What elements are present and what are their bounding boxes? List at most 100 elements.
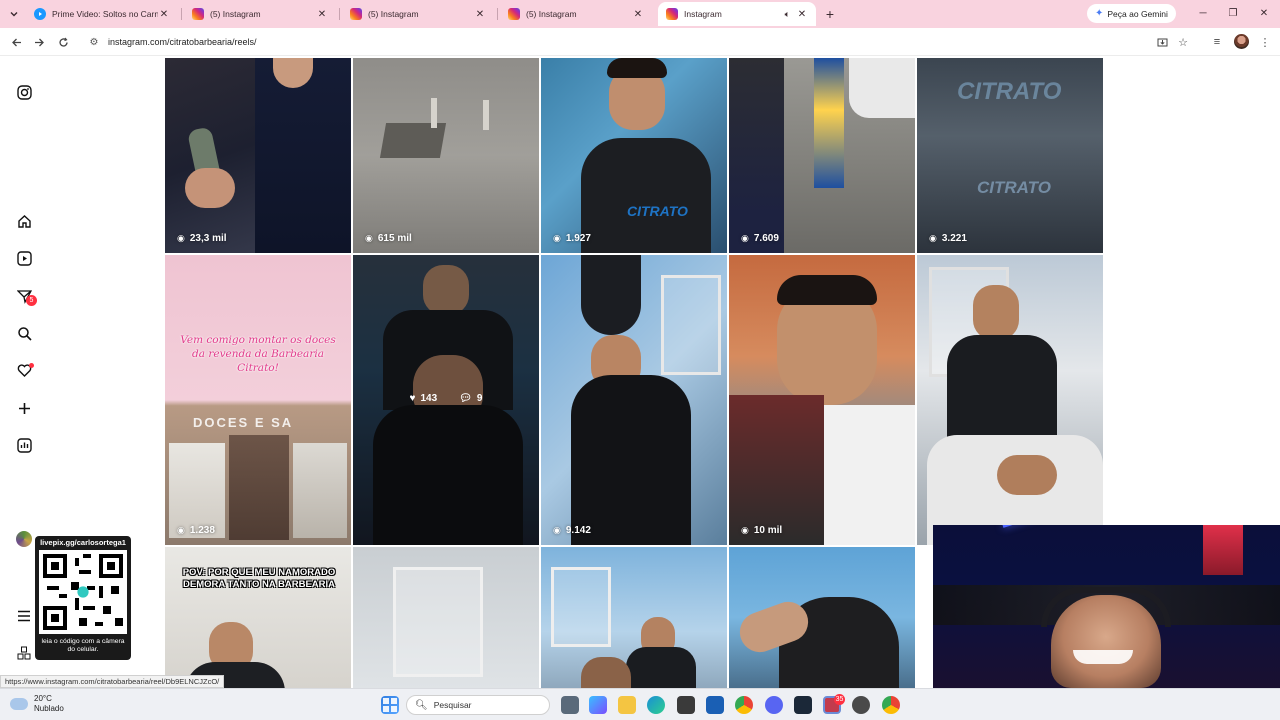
speaker-icon[interactable]: 🔈︎ <box>785 9 790 20</box>
chevron-down-icon <box>10 12 18 17</box>
reel-thumbnail[interactable] <box>729 547 915 688</box>
eye-icon: ◉ <box>741 233 749 243</box>
site-info-icon[interactable]: ⚙︎ <box>88 36 100 48</box>
insights-icon[interactable] <box>16 437 32 453</box>
minimize-icon[interactable]: ─ <box>1196 6 1210 20</box>
menu-hamburger-icon[interactable] <box>16 608 32 624</box>
tab-separator <box>497 8 498 20</box>
comments-stat: 💬︎ 9 <box>459 393 482 404</box>
instagram-icon <box>666 8 678 20</box>
bookmark-star-icon[interactable]: ☆ <box>1175 34 1191 50</box>
forward-button[interactable] <box>31 34 47 50</box>
close-tab-icon[interactable]: ✕ <box>474 8 486 20</box>
reel-thumbnail[interactable]: Vem comigo montar os doces da revenda da… <box>165 255 351 545</box>
tab-instagram-active[interactable]: Instagram 🔈︎ ✕ <box>658 2 816 26</box>
obs-icon[interactable] <box>852 696 870 714</box>
reel-thumbnail[interactable]: CITRATO ◉ 1.927 <box>541 58 727 253</box>
reel-thumbnail[interactable]: ◉ 10 mil <box>729 255 915 545</box>
taskbar-notification-badge: 35 <box>834 694 845 705</box>
more-menu-icon[interactable]: ⋮ <box>1257 34 1273 50</box>
mail-icon[interactable] <box>706 696 724 714</box>
view-count: ◉ 3.221 <box>929 233 967 244</box>
brand-watermark: CITRATO <box>957 78 1062 105</box>
file-explorer-icon[interactable] <box>618 696 636 714</box>
instagram-icon <box>508 8 520 20</box>
view-count-value: 3.221 <box>941 233 967 244</box>
back-button[interactable] <box>8 34 24 50</box>
reel-thumbnail[interactable]: POV: POR QUE MEU NAMORADO DEMORA TANTO N… <box>165 547 351 688</box>
home-icon[interactable] <box>16 213 32 229</box>
reel-caption: Vem comigo montar os doces da revenda da… <box>180 334 336 374</box>
tab-title: (5) Instagram <box>526 9 577 19</box>
tab-instagram-2[interactable]: (5) Instagram ✕ <box>342 2 494 26</box>
profile-avatar-icon[interactable] <box>16 531 32 547</box>
chrome-profile-icon[interactable] <box>882 696 900 714</box>
restore-icon[interactable]: ❐ <box>1226 6 1240 20</box>
weather-widget[interactable]: 20°C Nublado <box>10 694 64 714</box>
view-count-value: 9.142 <box>565 525 591 536</box>
qr-instructions: leia o código com a câmera do celular. <box>41 638 125 653</box>
likes-stat: ♥ 143 <box>410 393 438 404</box>
comments-count: 9 <box>476 393 483 404</box>
reel-thumbnail[interactable] <box>541 547 727 688</box>
edge-icon[interactable] <box>647 696 665 714</box>
eye-icon: ◉ <box>553 525 561 535</box>
reel-thumbnail[interactable]: ◉ 7.609 <box>729 58 915 253</box>
create-post-icon[interactable] <box>16 400 32 416</box>
close-tab-icon[interactable]: ✕ <box>316 8 328 20</box>
new-tab-button[interactable]: + <box>822 6 838 22</box>
search-placeholder: Pesquisar <box>433 700 472 710</box>
tab-instagram-3[interactable]: (5) Instagram ✕ <box>500 2 652 26</box>
store-icon[interactable] <box>677 696 695 714</box>
tab-title: (5) Instagram <box>210 9 261 19</box>
browser-toolbar: ⚙︎ instagram.com/citratobarbearia/reels/… <box>0 28 1280 56</box>
likes-count: 143 <box>420 393 438 404</box>
close-tab-icon[interactable]: ✕ <box>632 8 644 20</box>
close-window-icon[interactable]: ✕ <box>1257 6 1271 20</box>
tab-instagram-1[interactable]: (5) Instagram ✕ <box>184 2 336 26</box>
reel-thumbnail[interactable]: ◉ 615 mil <box>353 58 539 253</box>
ask-gemini-button[interactable]: ✦ Peça ao Gemini <box>1087 4 1176 23</box>
windows-start-icon[interactable] <box>381 696 399 714</box>
tab-separator <box>339 8 340 20</box>
windows-taskbar: 20°C Nublado 🔍︎ Pesquisar 35 <box>0 688 1280 720</box>
reels-icon[interactable] <box>16 250 32 266</box>
also-from-meta-icon[interactable] <box>16 645 32 661</box>
task-view-icon[interactable] <box>561 696 579 714</box>
tab-search-button[interactable] <box>4 4 24 24</box>
taskbar-search-input[interactable]: 🔍︎ Pesquisar <box>406 695 550 715</box>
close-tab-icon[interactable]: ✕ <box>796 8 808 20</box>
steam-icon[interactable] <box>794 696 812 714</box>
reel-thumbnail[interactable]: ◉ 9.142 <box>541 255 727 545</box>
engagement-stats: ♥ 143 💬︎ 9 <box>353 393 539 404</box>
copilot-icon[interactable] <box>589 696 607 714</box>
reload-icon <box>58 37 68 47</box>
reel-caption: POV: POR QUE MEU NAMORADO DEMORA TANTO N… <box>182 567 336 590</box>
instagram-logo-icon[interactable] <box>16 84 32 100</box>
prime-video-icon <box>34 8 46 20</box>
search-icon[interactable] <box>16 325 32 341</box>
view-count: ◉ 1.927 <box>553 233 591 244</box>
url-text[interactable]: instagram.com/citratobarbearia/reels/ <box>108 37 1200 47</box>
reel-thumbnail[interactable] <box>353 547 539 688</box>
media-controls-icon[interactable]: ≡ <box>1209 34 1225 50</box>
chrome-icon[interactable] <box>735 696 753 714</box>
reload-button[interactable] <box>55 34 71 50</box>
tab-title: Instagram <box>684 9 722 19</box>
gemini-label: Peça ao Gemini <box>1107 8 1168 19</box>
reel-thumbnail[interactable] <box>917 255 1103 545</box>
instagram-icon <box>192 8 204 20</box>
address-bar[interactable]: ⚙︎ instagram.com/citratobarbearia/reels/ <box>80 31 1200 53</box>
tab-prime-video[interactable]: Prime Video: Soltos no Carnava ✕ <box>26 2 178 26</box>
reel-thumbnail[interactable]: ◉ 23,3 mil <box>165 58 351 253</box>
reel-thumbnail[interactable]: CITRATO CITRATO ◉ 3.221 <box>917 58 1103 253</box>
tab-separator <box>181 8 182 20</box>
tab-title: Prime Video: Soltos no Carnava <box>52 9 158 19</box>
discord-icon[interactable] <box>765 696 783 714</box>
install-app-icon[interactable] <box>1154 34 1170 50</box>
profile-avatar[interactable] <box>1234 34 1249 49</box>
heart-filled-icon: ♥ <box>409 393 416 404</box>
reel-thumbnail-hovered[interactable]: ♥ 143 💬︎ 9 <box>353 255 539 545</box>
close-tab-icon[interactable]: ✕ <box>158 8 170 20</box>
instagram-icon <box>350 8 362 20</box>
